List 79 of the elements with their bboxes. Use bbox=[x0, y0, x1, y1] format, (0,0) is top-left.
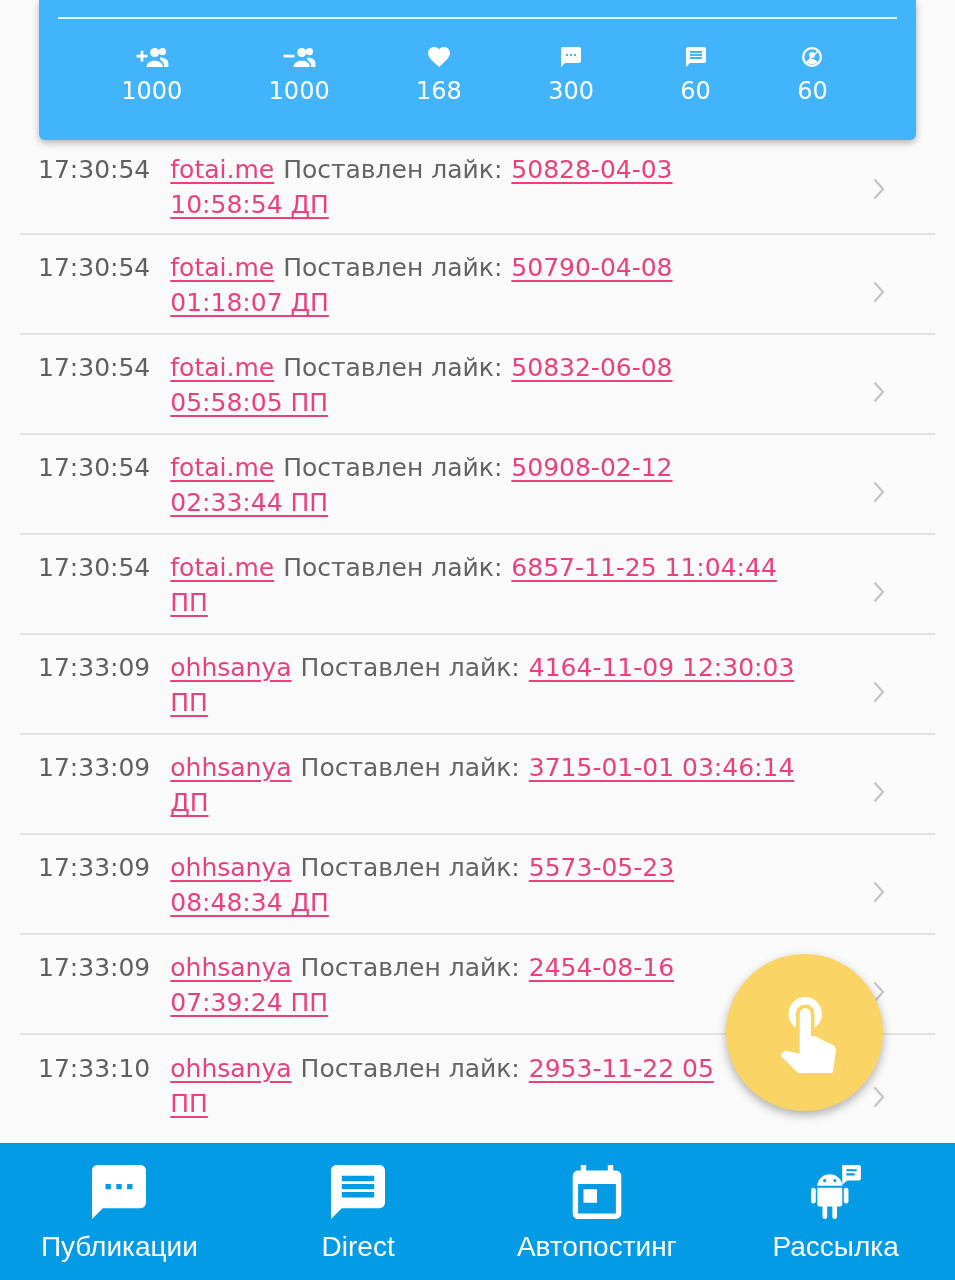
person-remove-icon bbox=[281, 47, 318, 67]
date-link[interactable]: 02:33:44 ПП bbox=[170, 485, 329, 520]
username-link[interactable]: ohhsanya bbox=[170, 850, 292, 885]
message-icon bbox=[331, 1165, 386, 1219]
entry-time: 17:33:09 bbox=[38, 952, 151, 984]
chevron-right-icon bbox=[873, 380, 885, 403]
entry-time: 17:30:54 bbox=[38, 552, 151, 584]
date-link[interactable]: 3715-01-01 03:46:14 bbox=[528, 750, 795, 785]
nav-tab[interactable]: Публикации bbox=[0, 1143, 239, 1280]
date-link[interactable]: ПП bbox=[170, 1086, 208, 1121]
date-link[interactable]: 05:58:05 ПП bbox=[170, 385, 329, 420]
chevron-right-icon bbox=[873, 780, 885, 803]
account-circle-icon bbox=[801, 47, 824, 67]
entry-time: 17:33:09 bbox=[38, 852, 151, 884]
username-link[interactable]: fotai.me bbox=[170, 250, 275, 285]
date-link[interactable]: 6857-11-25 11:04:44 bbox=[511, 550, 777, 585]
chevron-right-icon bbox=[873, 480, 885, 503]
entry-time: 17:30:54 bbox=[38, 452, 151, 484]
chevron-right-icon bbox=[873, 880, 885, 903]
entry-time: 17:30:54 bbox=[38, 252, 151, 284]
action-text: Поставлен лайк: bbox=[283, 154, 503, 186]
action-text: Поставлен лайк: bbox=[283, 552, 503, 584]
date-link[interactable]: 5573-05-23 bbox=[528, 850, 675, 885]
chevron-right-icon bbox=[873, 1086, 885, 1108]
date-link[interactable]: 01:18:07 ДП bbox=[170, 285, 329, 320]
chevron-right-icon bbox=[873, 680, 885, 703]
username-link[interactable]: ohhsanya bbox=[170, 950, 292, 985]
username-link[interactable]: fotai.me bbox=[170, 350, 275, 385]
action-text: Поставлен лайк: bbox=[300, 852, 520, 884]
date-link[interactable]: 50790-04-08 bbox=[511, 250, 673, 285]
action-text: Поставлен лайк: bbox=[300, 652, 520, 684]
stat-count: 60 bbox=[797, 77, 828, 105]
action-text: Поставлен лайк: bbox=[283, 452, 503, 484]
username-link[interactable]: fotai.me bbox=[170, 152, 275, 187]
date-link[interactable]: ПП bbox=[170, 585, 208, 620]
date-link[interactable]: 2953-11-22 05 bbox=[528, 1051, 714, 1086]
entry-time: 17:33:09 bbox=[38, 752, 151, 784]
date-link[interactable]: 50832-06-08 bbox=[511, 350, 673, 385]
username-link[interactable]: ohhsanya bbox=[170, 750, 292, 785]
entry-time: 17:33:09 bbox=[38, 652, 151, 684]
action-text: Поставлен лайк: bbox=[283, 352, 503, 384]
date-link[interactable]: 50908-02-12 bbox=[511, 450, 673, 485]
entry-time: 17:30:54 bbox=[38, 154, 151, 186]
action-text: Поставлен лайк: bbox=[300, 752, 520, 784]
action-text: Поставлен лайк: bbox=[300, 1053, 520, 1085]
stat-count: 1000 bbox=[121, 77, 183, 105]
stat-count: 60 bbox=[680, 77, 711, 105]
username-link[interactable]: fotai.me bbox=[170, 450, 275, 485]
date-link[interactable]: 4164-11-09 12:30:03 bbox=[528, 650, 795, 685]
date-link[interactable]: ДП bbox=[170, 785, 209, 820]
nav-tab[interactable]: Автопостинг bbox=[477, 1143, 717, 1280]
chat-dots-icon bbox=[92, 1165, 147, 1219]
action-text: Поставлен лайк: bbox=[300, 952, 520, 984]
username-link[interactable]: fotai.me bbox=[170, 550, 275, 585]
date-link[interactable]: 10:58:54 ДП bbox=[170, 187, 329, 222]
chat-dots-icon bbox=[560, 47, 583, 67]
chevron-right-icon bbox=[873, 177, 885, 200]
chevron-right-icon bbox=[873, 280, 885, 303]
stat-count: 168 bbox=[416, 77, 462, 105]
stat-count: 1000 bbox=[268, 77, 330, 105]
username-link[interactable]: ohhsanya bbox=[170, 650, 292, 685]
username-link[interactable]: ohhsanya bbox=[170, 1051, 292, 1086]
date-link[interactable]: 07:39:24 ПП bbox=[170, 985, 329, 1020]
entry-time: 17:30:54 bbox=[38, 352, 151, 384]
chevron-right-icon bbox=[873, 980, 885, 1003]
nav-tab[interactable]: Direct bbox=[238, 1143, 478, 1280]
action-text: Поставлен лайк: bbox=[283, 252, 503, 284]
date-link[interactable]: 2454-08-16 bbox=[528, 950, 675, 985]
nav-tab[interactable]: Рассылка bbox=[716, 1143, 955, 1280]
stat-count: 300 bbox=[548, 77, 594, 105]
heart-icon bbox=[427, 47, 450, 67]
date-link[interactable]: 50828-04-03 bbox=[511, 152, 673, 187]
message-icon bbox=[684, 47, 707, 67]
robot-message-icon bbox=[808, 1165, 863, 1219]
chevron-right-icon bbox=[873, 580, 885, 603]
date-link[interactable]: ПП bbox=[170, 685, 208, 720]
date-link[interactable]: 08:48:34 ДП bbox=[170, 885, 329, 920]
hand-pointer-icon bbox=[780, 996, 837, 1073]
entry-time: 17:33:10 bbox=[38, 1053, 151, 1085]
